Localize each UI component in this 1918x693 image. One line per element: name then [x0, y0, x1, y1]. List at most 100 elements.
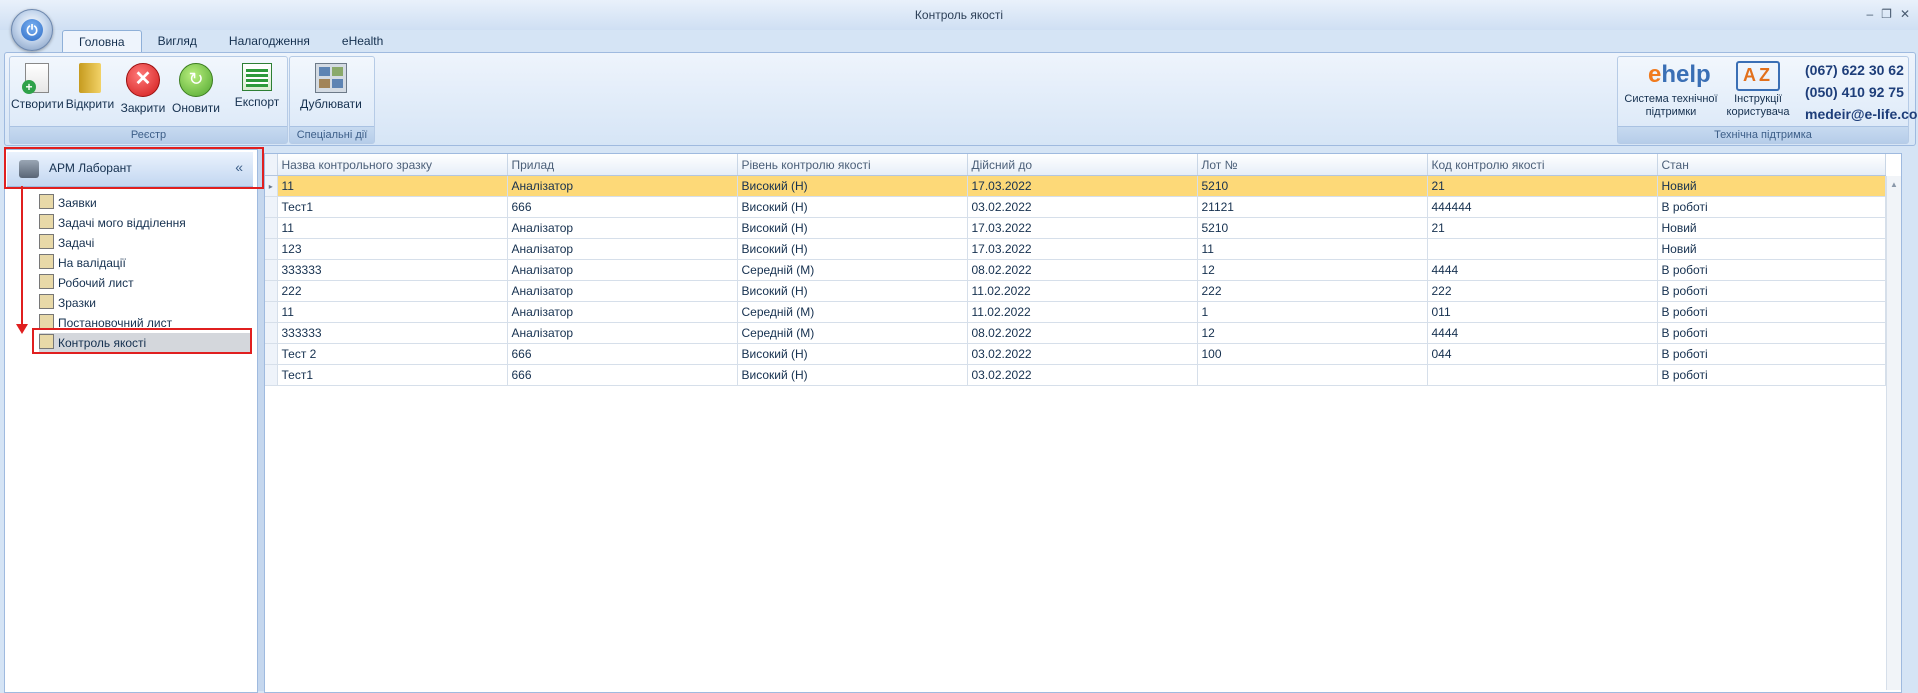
table-cell[interactable]: 4444 — [1427, 259, 1658, 281]
scroll-up-icon[interactable]: ▲ — [1890, 180, 1898, 189]
nav-item-tasks[interactable]: Задачі — [39, 233, 94, 253]
table-row[interactable]: Тест1 666 Високий (H) 03.02.2022 В роботі — [265, 364, 1886, 386]
table-cell[interactable]: Новий — [1657, 175, 1886, 197]
table-cell[interactable]: 333333 — [277, 259, 508, 281]
table-cell[interactable]: 222 — [277, 280, 508, 302]
table-cell[interactable]: Аналізатор — [507, 175, 738, 197]
table-cell[interactable]: Аналізатор — [507, 259, 738, 281]
table-cell[interactable]: Високий (H) — [737, 364, 968, 386]
table-row[interactable]: ▸ 11 Аналізатор Високий (H) 17.03.2022 5210 21… — [265, 175, 1886, 197]
table-cell[interactable]: 222 — [1427, 280, 1658, 302]
column-header-sample-name[interactable]: Назва контрольного зразку — [277, 154, 508, 176]
table-cell[interactable]: 011 — [1427, 301, 1658, 323]
table-row[interactable]: Тест 2 666 Високий (H) 03.02.2022 100 044 В ро… — [265, 343, 1886, 365]
table-cell[interactable]: 444444 — [1427, 196, 1658, 218]
table-cell[interactable]: 666 — [507, 196, 738, 218]
app-menu-button[interactable]: ⏻ — [11, 9, 53, 51]
table-cell[interactable]: Тест 2 — [277, 343, 508, 365]
table-cell[interactable]: Високий (H) — [737, 217, 968, 239]
table-cell[interactable]: 11 — [277, 217, 508, 239]
table-cell[interactable]: 11 — [277, 301, 508, 323]
tab-ehealth[interactable]: eHealth — [326, 30, 399, 52]
table-cell[interactable]: 11.02.2022 — [967, 301, 1198, 323]
table-cell[interactable]: 12 — [1197, 322, 1428, 344]
table-cell[interactable]: 11 — [277, 175, 508, 197]
create-button[interactable]: Створити — [11, 61, 64, 123]
table-cell[interactable]: 03.02.2022 — [967, 196, 1198, 218]
column-header-lot[interactable]: Лот № — [1197, 154, 1428, 176]
table-cell[interactable]: Аналізатор — [507, 280, 738, 302]
table-cell[interactable]: 5210 — [1197, 175, 1428, 197]
table-cell[interactable]: 11.02.2022 — [967, 280, 1198, 302]
table-cell[interactable]: Аналізатор — [507, 322, 738, 344]
table-cell[interactable]: В роботі — [1657, 343, 1886, 365]
support-system-button[interactable]: Система технічної підтримки — [1618, 93, 1724, 119]
column-header-status[interactable]: Стан — [1657, 154, 1886, 176]
table-cell[interactable]: Середній (M) — [737, 322, 968, 344]
table-row[interactable]: 123 Аналізатор Високий (H) 17.03.2022 11 Нови… — [265, 238, 1886, 260]
table-cell[interactable]: 5210 — [1197, 217, 1428, 239]
table-cell[interactable]: Тест1 — [277, 196, 508, 218]
table-cell[interactable]: Високий (H) — [737, 280, 968, 302]
nav-item-samples[interactable]: Зразки — [39, 293, 96, 313]
ehelp-logo[interactable]: ehelp — [1648, 61, 1711, 89]
table-cell[interactable]: 044 — [1427, 343, 1658, 365]
table-cell[interactable]: 123 — [277, 238, 508, 260]
table-cell[interactable]: Високий (H) — [737, 175, 968, 197]
vertical-scrollbar[interactable]: ▲ — [1886, 176, 1901, 690]
table-cell[interactable]: 666 — [507, 364, 738, 386]
minimize-button[interactable]: – — [1866, 0, 1873, 30]
column-header-qc-code[interactable]: Код контролю якості — [1427, 154, 1658, 176]
instructions-icon[interactable]: AZ — [1736, 61, 1780, 91]
export-button[interactable]: Експорт — [231, 61, 283, 123]
table-cell[interactable]: Аналізатор — [507, 301, 738, 323]
table-cell[interactable]: В роботі — [1657, 322, 1886, 344]
close-button[interactable]: ✕ — [1900, 0, 1910, 30]
table-cell[interactable]: В роботі — [1657, 280, 1886, 302]
table-cell[interactable]: 03.02.2022 — [967, 343, 1198, 365]
tab-view[interactable]: Вигляд — [142, 30, 213, 52]
close-record-button[interactable]: ✕ Закрити — [117, 61, 169, 123]
table-cell[interactable] — [1197, 364, 1428, 386]
table-cell[interactable]: 17.03.2022 — [967, 238, 1198, 260]
table-cell[interactable]: 21 — [1427, 175, 1658, 197]
table-cell[interactable] — [1427, 238, 1658, 260]
table-cell[interactable]: 222 — [1197, 280, 1428, 302]
table-row[interactable]: 11 Аналізатор Середній (M) 11.02.2022 1 011 В … — [265, 301, 1886, 323]
nav-item-department-tasks[interactable]: Задачі мого відділення — [39, 213, 186, 233]
tab-settings[interactable]: Налагодження — [213, 30, 326, 52]
tab-home[interactable]: Головна — [62, 30, 142, 53]
table-row[interactable]: 333333 Аналізатор Середній (M) 08.02.2022 12… — [265, 259, 1886, 281]
table-cell[interactable]: 21 — [1427, 217, 1658, 239]
table-cell[interactable]: 100 — [1197, 343, 1428, 365]
table-cell[interactable] — [1427, 364, 1658, 386]
column-header-device[interactable]: Прилад — [507, 154, 738, 176]
table-cell[interactable]: 17.03.2022 — [967, 217, 1198, 239]
table-cell[interactable]: 4444 — [1427, 322, 1658, 344]
table-cell[interactable]: В роботі — [1657, 364, 1886, 386]
refresh-button[interactable]: ↻ Оновити — [170, 61, 222, 123]
table-cell[interactable]: В роботі — [1657, 196, 1886, 218]
duplicate-button[interactable]: Дублювати — [293, 61, 369, 123]
table-cell[interactable]: 21121 — [1197, 196, 1428, 218]
table-cell[interactable]: Аналізатор — [507, 238, 738, 260]
table-cell[interactable]: Тест1 — [277, 364, 508, 386]
table-cell[interactable]: Високий (H) — [737, 196, 968, 218]
open-button[interactable]: Відкрити — [64, 61, 116, 123]
table-cell[interactable]: Середній (M) — [737, 301, 968, 323]
table-cell[interactable]: Середній (M) — [737, 259, 968, 281]
column-header-qc-level[interactable]: Рівень контролю якості — [737, 154, 968, 176]
table-cell[interactable]: 12 — [1197, 259, 1428, 281]
table-cell[interactable]: 1 — [1197, 301, 1428, 323]
nav-item-worksheet[interactable]: Робочий лист — [39, 273, 134, 293]
table-row[interactable]: 222 Аналізатор Високий (H) 11.02.2022 222 222… — [265, 280, 1886, 302]
table-cell[interactable]: 333333 — [277, 322, 508, 344]
nav-item-validation[interactable]: На валідації — [39, 253, 126, 273]
user-instructions-button[interactable]: Інструкції користувача — [1724, 93, 1792, 119]
nav-item-requests[interactable]: Заявки — [39, 193, 97, 213]
table-row[interactable]: Тест1 666 Високий (H) 03.02.2022 21121 444444… — [265, 196, 1886, 218]
table-cell[interactable]: Високий (H) — [737, 238, 968, 260]
table-cell[interactable]: В роботі — [1657, 301, 1886, 323]
table-cell[interactable]: 08.02.2022 — [967, 322, 1198, 344]
table-cell[interactable]: Високий (H) — [737, 343, 968, 365]
